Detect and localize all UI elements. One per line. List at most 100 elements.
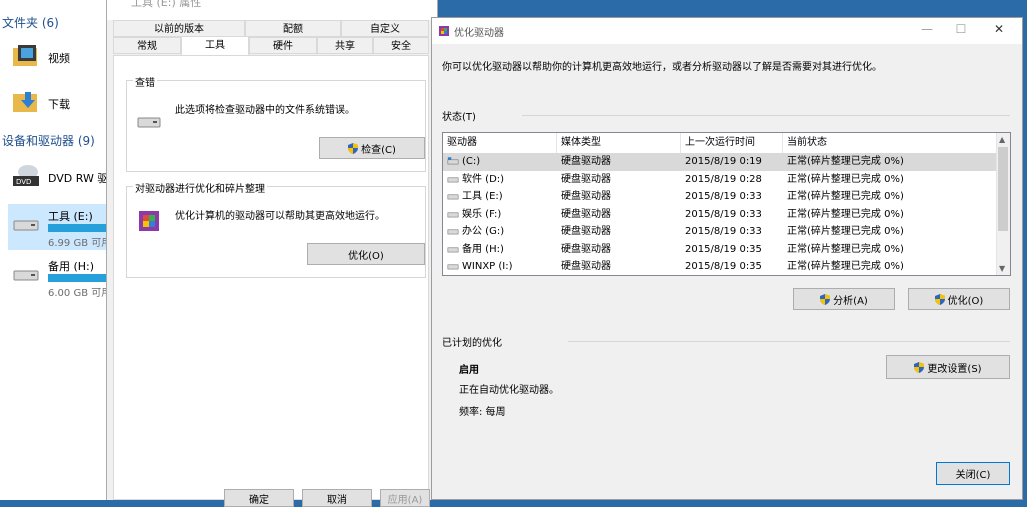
hard-drive-icon xyxy=(13,220,39,231)
column-header-last-run[interactable]: 上一次运行时间 xyxy=(681,133,783,153)
folder-item-downloads[interactable]: 下载 xyxy=(8,82,108,128)
last-run-cell: 2015/8/19 0:35 xyxy=(685,243,762,255)
folder-name: 下载 xyxy=(48,98,70,111)
hard-drive-icon xyxy=(137,117,161,128)
drive-row[interactable]: WINXP (I:) 硬盘驱动器 2015/8/19 0:35 正常(碎片整理已完成 … xyxy=(443,258,998,275)
uac-shield-icon xyxy=(820,293,831,305)
analyze-button-label: 分析(A) xyxy=(833,295,868,307)
drive-free-space: 6.99 GB 可用 xyxy=(48,238,112,249)
drives-table: 驱动器 媒体类型 上一次运行时间 当前状态 (C:) 硬盘驱动器 2015/8/19… xyxy=(442,132,1011,276)
last-run-cell: 2015/8/19 0:33 xyxy=(685,226,762,237)
scroll-up-icon[interactable]: ▲ xyxy=(999,135,1005,144)
devices-header[interactable]: 设备和驱动器 (9) xyxy=(2,132,95,149)
check-button[interactable]: 检查(C) xyxy=(319,137,425,159)
drive-name-cell: 软件 (D:) xyxy=(462,173,505,185)
properties-title: 工具 (E:) 属性 xyxy=(131,0,202,9)
tab-previous-versions[interactable]: 以前的版本 xyxy=(113,20,245,37)
last-run-cell: 2015/8/19 0:33 xyxy=(685,208,762,220)
column-header-status[interactable]: 当前状态 xyxy=(783,133,998,153)
close-window-button[interactable]: ✕ xyxy=(984,22,1014,36)
tab-general[interactable]: 常规 xyxy=(113,37,181,54)
change-settings-label: 更改设置(S) xyxy=(927,363,982,375)
intro-text: 你可以优化驱动器以帮助你的计算机更高效地运行，或者分析驱动器以了解是否需要对其进… xyxy=(442,62,882,73)
uac-shield-icon xyxy=(348,142,359,154)
drive-usage-fill xyxy=(48,224,107,232)
drive-usage-fill xyxy=(48,274,108,282)
change-settings-button[interactable]: 更改设置(S) xyxy=(886,355,1010,379)
status-cell: 正常(碎片整理已完成 0%) xyxy=(787,208,904,220)
folders-header[interactable]: 文件夹 (6) xyxy=(2,14,59,31)
media-type-cell: 硬盘驱动器 xyxy=(561,243,611,255)
optimize-group: 对驱动器进行优化和碎片整理 优化计算机的驱动器可以帮助其更高效地运行。 优化(O… xyxy=(126,180,426,278)
tab-quota[interactable]: 配额 xyxy=(245,20,341,37)
drive-row[interactable]: 娱乐 (F:) 硬盘驱动器 2015/8/19 0:33 正常(碎片整理已完成 0%) xyxy=(443,206,998,224)
drive-row[interactable]: 备用 (H:) 硬盘驱动器 2015/8/19 0:35 正常(碎片整理已完成 0%) xyxy=(443,241,998,259)
properties-titlebar: 工具 (E:) 属性 xyxy=(107,0,437,20)
status-label: 状态(T) xyxy=(442,112,476,123)
schedule-frequency: 频率: 每周 xyxy=(459,407,506,418)
error-check-label: 查错 xyxy=(133,74,157,89)
tab-security[interactable]: 安全 xyxy=(373,37,429,54)
tab-hardware[interactable]: 硬件 xyxy=(249,37,317,54)
dvd-drive-icon: DVD xyxy=(13,165,39,186)
hard-drive-icon xyxy=(447,229,459,235)
tab-tools[interactable]: 工具 xyxy=(181,36,249,56)
svg-text:DVD: DVD xyxy=(16,178,31,186)
tab-sharing[interactable]: 共享 xyxy=(317,37,373,54)
media-type-cell: 硬盘驱动器 xyxy=(561,208,611,220)
drive-name-cell: 备用 (H:) xyxy=(462,243,504,255)
scheduled-label: 已计划的优化 xyxy=(442,338,502,349)
hard-drive-icon xyxy=(447,194,459,200)
cancel-button[interactable]: 取消 xyxy=(302,489,372,507)
last-run-cell: 2015/8/19 0:35 xyxy=(685,261,762,272)
column-header-media-type[interactable]: 媒体类型 xyxy=(557,133,681,153)
folder-name: 视频 xyxy=(48,52,70,65)
media-type-cell: 硬盘驱动器 xyxy=(561,156,611,167)
optimize-description: 优化计算机的驱动器可以帮助其更高效地运行。 xyxy=(175,211,385,222)
media-type-cell: 硬盘驱动器 xyxy=(561,261,611,272)
status-cell: 正常(碎片整理已完成 0%) xyxy=(787,261,904,272)
status-cell: 正常(碎片整理已完成 0%) xyxy=(787,191,904,202)
optimize-button[interactable]: 优化(O) xyxy=(307,243,425,265)
folder-item-videos[interactable]: 视频 xyxy=(8,36,108,82)
optimize-button-label: 优化(O) xyxy=(348,250,384,262)
drive-item-dvd[interactable]: DVD DVD RW 驱 xyxy=(8,156,108,202)
window-title: 优化驱动器 xyxy=(454,28,504,39)
apply-button[interactable]: 应用(A) xyxy=(380,489,430,507)
drive-item-h[interactable]: 备用 (H:) 6.00 GB 可用 xyxy=(8,254,112,300)
error-check-description: 此选项将检查驱动器中的文件系统错误。 xyxy=(175,105,355,116)
drive-row[interactable]: 软件 (D:) 硬盘驱动器 2015/8/19 0:28 正常(碎片整理已完成 0%) xyxy=(443,171,998,189)
column-header-drive[interactable]: 驱动器 xyxy=(443,133,557,153)
drive-name: 备用 (H:) xyxy=(48,260,95,273)
uac-shield-icon xyxy=(914,361,925,373)
drive-row[interactable]: (C:) 硬盘驱动器 2015/8/19 0:19 正常(碎片整理已完成 0%) xyxy=(443,153,998,171)
drive-row[interactable]: 办公 (G:) 硬盘驱动器 2015/8/19 0:33 正常(碎片整理已完成 0%) xyxy=(443,223,998,241)
error-check-group: 查错 此选项将检查驱动器中的文件系统错误。 检查(C) xyxy=(126,74,426,172)
optimize-drives-window: 优化驱动器 — ☐ ✕ 你可以优化驱动器以帮助你的计算机更高效地运行，或者分析驱… xyxy=(431,17,1023,500)
minimize-button[interactable]: — xyxy=(912,22,942,36)
drive-item-e[interactable]: 工具 (E:) 6.99 GB 可用 xyxy=(8,204,112,250)
check-button-label: 检查(C) xyxy=(361,144,396,156)
scroll-down-icon[interactable]: ▼ xyxy=(999,264,1005,273)
drive-name-cell: 娱乐 (F:) xyxy=(462,208,502,220)
table-scrollbar[interactable]: ▲ ▼ xyxy=(996,133,1010,275)
tab-customize[interactable]: 自定义 xyxy=(341,20,429,37)
download-folder-icon xyxy=(13,92,37,112)
drive-name-cell: 办公 (G:) xyxy=(462,226,505,237)
ok-button[interactable]: 确定 xyxy=(224,489,294,507)
maximize-button[interactable]: ☐ xyxy=(946,22,976,36)
drive-properties-dialog: 工具 (E:) 属性 以前的版本 配额 自定义 常规 工具 硬件 共享 安全 查… xyxy=(106,0,438,507)
optimize-group-label: 对驱动器进行优化和碎片整理 xyxy=(133,180,267,195)
drive-name: DVD RW 驱 xyxy=(48,172,109,185)
close-button[interactable]: 关闭(C) xyxy=(936,462,1010,485)
media-type-cell: 硬盘驱动器 xyxy=(561,226,611,237)
defrag-icon xyxy=(139,211,159,231)
status-cell: 正常(碎片整理已完成 0%) xyxy=(787,243,904,255)
last-run-cell: 2015/8/19 0:19 xyxy=(685,156,762,167)
analyze-button[interactable]: 分析(A) xyxy=(793,288,895,310)
optimize-drive-button[interactable]: 优化(O) xyxy=(908,288,1010,310)
window-titlebar: 优化驱动器 — ☐ ✕ xyxy=(432,18,1022,44)
drive-row[interactable]: 工具 (E:) 硬盘驱动器 2015/8/19 0:33 正常(碎片整理已完成 0%) xyxy=(443,188,998,206)
media-type-cell: 硬盘驱动器 xyxy=(561,191,611,202)
scrollbar-thumb[interactable] xyxy=(998,147,1008,231)
